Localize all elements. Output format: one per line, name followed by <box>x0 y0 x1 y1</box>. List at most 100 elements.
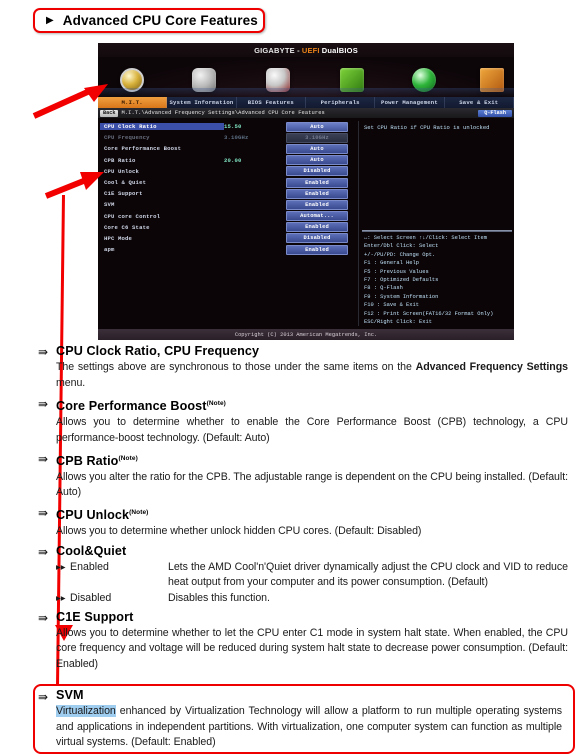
bios-brand-bar: GIGABYTE - UEFI DualBIOS <box>98 43 514 57</box>
document-body: ⇛ CPU Clock Ratio, CPU Frequency The set… <box>0 344 582 672</box>
option-row-enabled: ▸▸ Enabled Lets the AMD Cool'n'Quiet dri… <box>56 560 568 591</box>
bios-menu-mit[interactable]: M.I.T. <box>98 97 168 108</box>
section-heading: SVM <box>56 688 84 702</box>
paragraph-post: menu. <box>56 376 86 389</box>
bios-setting-row[interactable]: Cool & Quiet Enabled <box>100 177 355 188</box>
bios-setting-label: Core C6 State <box>104 223 150 231</box>
bios-help-key-line: F1 : General Help <box>364 260 419 267</box>
brand-gigabyte: GIGABYTE - <box>254 45 300 55</box>
bios-setting-option[interactable]: Auto <box>286 121 348 132</box>
breadcrumb: M.I.T.\Advanced Frequency Settings\Advan… <box>121 110 325 116</box>
note-marker: (Note) <box>118 454 138 462</box>
bios-setting-value: 20.00 <box>224 156 242 164</box>
bios-setting-row[interactable]: CPU Unlock Disabled <box>100 166 355 177</box>
bios-setting-option[interactable]: Enabled <box>286 222 348 233</box>
bios-menu-system-information[interactable]: System Information <box>167 97 237 108</box>
bios-setting-option[interactable]: Enabled <box>286 244 348 255</box>
bios-setting-row[interactable]: C1E Support Enabled <box>100 188 355 199</box>
bios-help-key-line: F10 : Save & Exit <box>364 302 419 309</box>
bios-setting-label: CPU Unlock <box>104 167 140 175</box>
bios-setting-row[interactable]: HPC Mode Disabled <box>100 233 355 244</box>
section-bullet-icon: ⇛ <box>38 397 49 412</box>
bios-setting-row[interactable]: Core Performance Boost Auto <box>100 143 355 154</box>
section-heading: CPB Ratio(Note) <box>56 451 568 469</box>
paragraph-pre: The settings above are synchronous to th… <box>56 361 416 373</box>
brand-dualbios: DualBIOS <box>321 45 358 55</box>
option-label: ▸▸ Enabled <box>56 560 168 591</box>
bios-setting-option[interactable]: Auto <box>286 155 348 166</box>
section-heading: CPU Clock Ratio, CPU Frequency <box>56 344 260 358</box>
bios-menu-bios-features[interactable]: BIOS Features <box>237 97 306 108</box>
bios-setting-option[interactable]: Disabled <box>286 166 348 177</box>
bios-setting-row[interactable]: CPB Ratio 20.00 Auto <box>100 155 355 166</box>
bios-setting-option[interactable]: Auto <box>286 143 348 154</box>
bios-features-icon[interactable] <box>262 62 294 92</box>
bios-help-key-line: F9 : System Information <box>364 293 439 300</box>
option-row-disabled: ▸▸ Disabled Disables this function. <box>56 591 568 607</box>
back-button[interactable]: Back <box>100 109 119 117</box>
bios-help-key-line: F8 : Q-Flash <box>364 285 403 292</box>
brand-uefi: UEFI <box>301 45 320 55</box>
bios-setting-value: 15.50 <box>224 123 242 131</box>
bios-menu-save-exit[interactable]: Save & Exit <box>445 97 514 108</box>
bios-help-key-line: Enter/Dbl Click: Select <box>364 243 439 250</box>
section-cpb-ratio: ⇛ CPB Ratio(Note) Allows you alter the r… <box>0 451 582 501</box>
bios-setting-option[interactable]: Automat... <box>286 211 348 222</box>
save-exit-icon[interactable] <box>476 62 508 92</box>
help-divider <box>362 230 512 232</box>
section-heading: Core Performance Boost(Note) <box>56 396 568 414</box>
bios-setting-row[interactable]: SVM Enabled <box>100 199 355 210</box>
bios-setting-row[interactable]: CPU Frequency 3.10GHz 3.10GHz <box>100 132 355 143</box>
mit-icon[interactable] <box>116 62 148 92</box>
bios-breadcrumb-bar: Back M.I.T.\Advanced Frequency Settings\… <box>98 108 514 118</box>
section-bullet-icon: ⇛ <box>38 451 49 466</box>
bios-setting-option[interactable]: 3.10GHz <box>286 132 348 143</box>
bios-menu-peripherals[interactable]: Peripherals <box>306 97 376 108</box>
bios-help-key-line: F7 : Optimized Defaults <box>364 277 439 284</box>
bios-menu-power-management[interactable]: Power Management <box>375 97 445 108</box>
section-cool-and-quiet: ⇛ Cool&Quiet ▸▸ Enabled Lets the AMD Coo… <box>0 544 582 607</box>
bios-setting-label: CPB Ratio <box>104 156 136 164</box>
page-title: Advanced CPU Core Features <box>62 13 258 28</box>
bios-body: CPU Clock Ratio 15.50 Auto CPU Frequency 3.1… <box>98 118 514 326</box>
peripherals-icon[interactable] <box>336 62 368 92</box>
bios-setting-row[interactable]: CPU Clock Ratio 15.50 Auto <box>100 121 355 132</box>
section-paragraph: Virtualization enhanced by Virtualizatio… <box>56 704 562 751</box>
section-heading: C1E Support <box>56 609 134 624</box>
power-management-icon[interactable] <box>408 62 440 92</box>
bios-help-key-line: ESC/Right Click: Exit <box>364 319 432 326</box>
paragraph-bold: Advanced Frequency Settings <box>415 361 568 373</box>
section-heading: Cool&Quiet <box>56 543 127 558</box>
section-header-callout: ▶ Advanced CPU Core Features <box>33 8 265 33</box>
section-paragraph: Allows you to determine whether to let t… <box>56 626 568 670</box>
bios-setting-row[interactable]: Core C6 State Enabled <box>100 222 355 233</box>
bios-setting-option[interactable]: Enabled <box>286 177 348 188</box>
bios-setting-option[interactable]: Enabled <box>286 188 348 199</box>
section-heading-text: CPU Unlock <box>56 508 130 523</box>
section-bullet-icon: ⇛ <box>38 690 49 704</box>
section-bullet-icon: ⇛ <box>38 505 49 520</box>
bios-setting-label: C1E Support <box>104 190 143 198</box>
bios-menu-bar: M.I.T. System Information BIOS Features … <box>98 97 514 108</box>
section-svm: ⇛ SVM Virtualization enhanced by Virtual… <box>0 688 582 751</box>
q-flash-button[interactable]: Q-Flash <box>478 109 512 117</box>
bios-setting-row[interactable]: CPU core Control Automat... <box>100 211 355 222</box>
bios-setting-option[interactable]: Enabled <box>286 199 348 210</box>
section-paragraph: Allows you alter the ratio for the CPB. … <box>56 470 568 499</box>
section-bullet-icon: ⇛ <box>38 544 49 559</box>
bios-help-panel: Set CPU Ratio if CPU Ratio is unlocked ↔… <box>358 121 512 326</box>
bios-setting-option[interactable]: Disabled <box>286 233 348 244</box>
option-description: Disables this function. <box>168 591 270 604</box>
bios-help-key-line: F5 : Previous Values <box>364 268 429 275</box>
bios-help-text: Set CPU Ratio if CPU Ratio is unlocked <box>364 124 490 131</box>
section-bullet-icon: ⇛ <box>38 610 49 625</box>
section-heading-text: Core Performance Boost <box>56 399 207 414</box>
system-information-icon[interactable] <box>188 62 220 92</box>
bios-help-key-line: F12 : Print Screen(FAT16/32 Format Only) <box>364 310 494 317</box>
bios-setting-value: 3.10GHz <box>224 134 249 142</box>
section-paragraph: Allows you to determine whether unlock h… <box>56 525 422 538</box>
option-label-text: Enabled <box>70 560 109 573</box>
section-cpu-unlock: ⇛ CPU Unlock(Note) Allows you to determi… <box>0 505 582 540</box>
paragraph-rest: enhanced by Virtualization Technology wi… <box>56 705 562 749</box>
bios-setting-row[interactable]: apm Enabled <box>100 244 355 255</box>
